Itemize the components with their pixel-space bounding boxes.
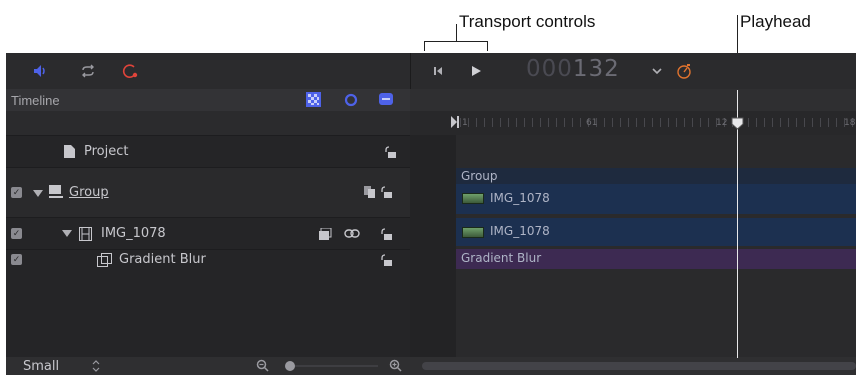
- lock-icon[interactable]: [380, 228, 392, 240]
- group-icon: [49, 185, 63, 198]
- track-bar-label: Gradient Blur: [461, 251, 542, 265]
- enable-checkbox[interactable]: ✓: [11, 254, 22, 265]
- lock-icon[interactable]: [384, 146, 396, 158]
- zoom-slider-track[interactable]: [288, 365, 378, 367]
- play-range-in-marker-icon[interactable]: [451, 116, 459, 128]
- timeline-tracks-pane: 1 61 12 18 Group IMG_1078 IMG_1078 Gradi…: [410, 89, 856, 375]
- film-strip-icon: [79, 227, 92, 241]
- timeline-scroll-footer: [410, 357, 856, 375]
- lock-icon[interactable]: [380, 254, 392, 266]
- timeline-ruler[interactable]: [410, 111, 856, 135]
- playhead-callout-leader: [737, 15, 738, 53]
- keyframes-icon[interactable]: [378, 92, 394, 107]
- filter-icon: [97, 253, 112, 267]
- track-bar-label: IMG_1078: [490, 224, 550, 238]
- toolbar-divider: [410, 53, 411, 89]
- layer-row-group[interactable]: ✓ Group: [6, 167, 410, 217]
- ruler-tick-label: 12: [716, 118, 728, 128]
- toolbar: 000132: [6, 53, 856, 89]
- timeline-panel-header: Timeline: [6, 89, 410, 111]
- layer-row-gradient-blur[interactable]: ✓ Gradient Blur: [6, 249, 410, 269]
- transport-controls-callout: Transport controls: [459, 12, 596, 31]
- play-icon[interactable]: [467, 62, 485, 80]
- behavior-gear-icon[interactable]: [344, 93, 358, 107]
- checkerboard-icon[interactable]: [306, 92, 321, 107]
- ruler-tick-label: 61: [586, 118, 598, 128]
- disclosure-triangle-icon[interactable]: [62, 230, 72, 237]
- horizontal-scrollbar[interactable]: [422, 362, 856, 370]
- layer-stack-icon[interactable]: [364, 186, 376, 198]
- layer-row-img-1078[interactable]: ✓ IMG_1078: [6, 217, 410, 249]
- zoom-out-icon[interactable]: [256, 359, 269, 372]
- enable-checkbox[interactable]: ✓: [11, 228, 22, 239]
- timecode-value: 132: [572, 56, 620, 82]
- layer-label: Gradient Blur: [119, 252, 206, 267]
- enable-checkbox[interactable]: ✓: [11, 187, 22, 198]
- transport-bracket-right-tick: [487, 41, 488, 51]
- layer-label: Group: [69, 185, 109, 200]
- layer-label: Project: [84, 144, 129, 159]
- link-icon[interactable]: [344, 229, 360, 238]
- audio-icon[interactable]: [31, 62, 49, 80]
- media-icon[interactable]: [319, 228, 332, 240]
- playhead-handle-icon[interactable]: [731, 117, 744, 130]
- timecode-display[interactable]: 000132: [526, 56, 620, 82]
- ruler-ticks: [460, 118, 856, 127]
- lock-icon[interactable]: [380, 186, 392, 198]
- transport-callout-bracket: [424, 41, 488, 42]
- clip-thumbnail: [462, 193, 484, 204]
- track-bar-group[interactable]: Group: [456, 168, 856, 184]
- frame-rate-meter-icon[interactable]: [675, 62, 693, 80]
- timeline-gutter: [410, 135, 456, 357]
- ruler-tick-label: 18: [844, 118, 856, 128]
- loop-icon[interactable]: [79, 62, 97, 80]
- layer-row-project[interactable]: Project: [6, 135, 410, 167]
- track-bar-img-1078[interactable]: IMG_1078: [456, 184, 856, 214]
- playhead-callout: Playhead: [740, 12, 811, 31]
- layers-list-footer: Small: [6, 357, 410, 375]
- layers-list-pane: Timeline Project ✓ Group ✓ IMG_1078 ✓ Gr…: [6, 89, 410, 375]
- timecode-dropdown-icon[interactable]: [648, 62, 666, 80]
- track-bar-gradient-blur[interactable]: Gradient Blur: [456, 249, 856, 269]
- document-icon: [64, 145, 75, 158]
- track-size-popup[interactable]: Small: [23, 359, 59, 374]
- ruler-tick-label: 1: [462, 118, 468, 128]
- layer-label: IMG_1078: [101, 226, 166, 241]
- track-bar-label: IMG_1078: [490, 191, 550, 205]
- transport-callout-leader: [456, 24, 457, 41]
- track-bar-label: Group: [461, 169, 498, 183]
- zoom-in-icon[interactable]: [389, 359, 402, 372]
- layers-list-column-header: [6, 111, 410, 135]
- timeline-title: Timeline: [11, 93, 60, 108]
- track-bar-img-1078-clip[interactable]: IMG_1078: [456, 218, 856, 246]
- timecode-leading-zeros: 000: [526, 56, 573, 82]
- go-to-start-icon[interactable]: [429, 62, 447, 80]
- stepper-icon[interactable]: [92, 360, 100, 372]
- timeline-tracks-header: [410, 89, 856, 111]
- clip-thumbnail: [462, 227, 484, 238]
- disclosure-triangle-icon[interactable]: [33, 190, 43, 197]
- record-icon[interactable]: [121, 62, 139, 80]
- zoom-slider-knob[interactable]: [285, 361, 295, 371]
- transport-bracket-left-tick: [424, 41, 425, 51]
- playhead[interactable]: [737, 90, 738, 358]
